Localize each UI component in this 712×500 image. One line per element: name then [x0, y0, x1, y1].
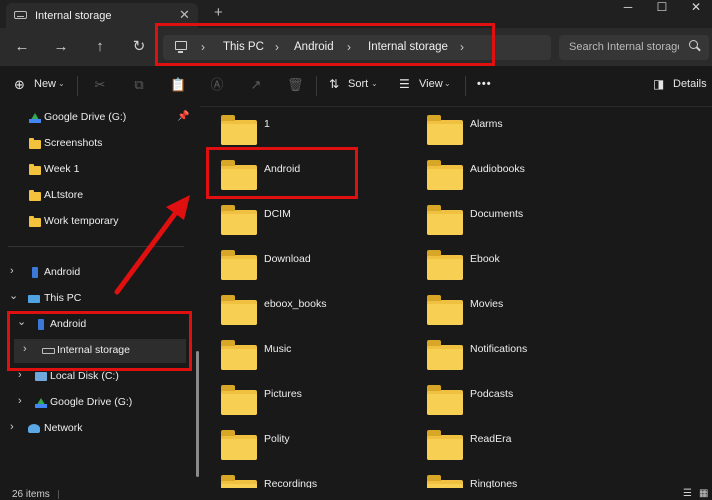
arrow-head — [166, 195, 190, 220]
annotation-arrow — [114, 195, 190, 295]
arrow-line — [114, 204, 183, 295]
